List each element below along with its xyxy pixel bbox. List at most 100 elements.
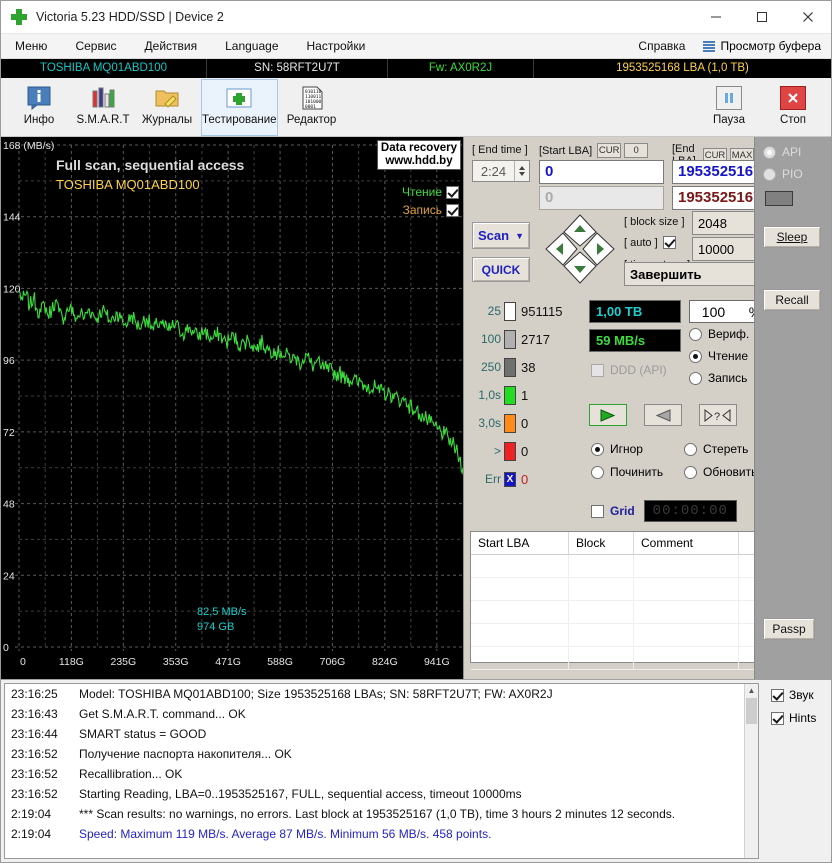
api-option[interactable]: API <box>763 145 801 159</box>
menu-item-service[interactable]: Сервис <box>61 34 130 58</box>
quick-button[interactable]: QUICK <box>472 257 530 282</box>
ddd-api-checkbox[interactable] <box>591 363 604 377</box>
defect-option-repair[interactable]: Починить <box>591 465 684 479</box>
table-row[interactable] <box>471 647 759 670</box>
write-radio[interactable] <box>689 371 702 385</box>
watermark-line-1: Data recovery <box>380 142 457 154</box>
legend-row-write[interactable]: Запись <box>402 203 459 217</box>
read-radio[interactable] <box>689 349 702 363</box>
minimize-button[interactable] <box>693 1 739 33</box>
api-label: API <box>782 145 802 159</box>
legend-row-read[interactable]: Чтение <box>402 185 459 199</box>
recall-button[interactable]: Recall <box>763 289 821 311</box>
scan-graph-panel[interactable]: 0 24 48 72 96 120 144 168 (MB/s) 0 118G 235G 353G 47… <box>1 137 464 679</box>
defect-option-refresh[interactable]: Обновить <box>684 465 757 479</box>
toolbar-button-testing[interactable]: Тестирование <box>201 78 278 136</box>
menu-bar: Меню Сервис Действия Language Настройки … <box>1 34 831 59</box>
mode-radio-group: Вериф. Чтение Запись <box>689 327 749 385</box>
menu-item-language[interactable]: Language <box>211 34 292 58</box>
menu-item-actions[interactable]: Действия <box>131 34 212 58</box>
pio-radio[interactable] <box>763 167 776 181</box>
defect-label-refresh: Обновить <box>703 465 758 479</box>
mode-option-write[interactable]: Запись <box>689 371 749 385</box>
api-radio[interactable] <box>763 145 776 159</box>
toolbar-button-pause[interactable]: Пауза <box>699 79 759 136</box>
toolbar-button-stop[interactable]: Стоп <box>763 79 823 136</box>
scroll-thumb[interactable] <box>746 698 757 724</box>
reverse-button[interactable] <box>644 404 682 426</box>
toolbar-label-pause: Пауза <box>713 113 745 126</box>
end-time-arrows[interactable] <box>514 161 529 181</box>
toolbar-button-smart[interactable]: S.M.A.R.T <box>73 79 133 136</box>
toolbar-button-info[interactable]: Инфо <box>9 79 69 136</box>
start-lba-secondary-input[interactable]: 0 <box>539 186 664 210</box>
sleep-button[interactable]: Sleep <box>763 226 821 248</box>
hints-checkbox[interactable] <box>771 711 784 725</box>
passp-button[interactable]: Passp <box>763 618 815 640</box>
log-list[interactable]: 23:16:25 Model: TOSHIBA MQ01ABD100; Size … <box>4 683 759 859</box>
start-lba-cur-button[interactable]: CUR <box>597 143 622 158</box>
toolbar-button-editor[interactable]: 010110 110011 101000 0001 Редактор <box>282 79 342 136</box>
start-lba-input[interactable]: 0 <box>539 160 664 184</box>
sleep-label: Sleep <box>776 230 808 244</box>
maximize-button[interactable] <box>739 1 785 33</box>
spinner-down-icon[interactable] <box>519 172 525 176</box>
defect-table[interactable]: Start LBA Block Comment <box>470 531 760 670</box>
log-line: 23:16:44 SMART status = GOOD <box>5 724 758 744</box>
legend-checkbox-write[interactable] <box>446 203 459 217</box>
finish-action-select[interactable]: Завершить ⌄ <box>624 262 772 286</box>
auto-checkbox[interactable] <box>662 236 676 249</box>
table-row[interactable] <box>471 555 759 578</box>
hints-option[interactable]: Hints <box>766 711 831 725</box>
scroll-up-icon[interactable]: ▲ <box>745 684 758 697</box>
end-time-spinner[interactable]: 2:24 <box>472 160 530 182</box>
buffer-view-button[interactable]: Просмотр буфера <box>699 39 831 53</box>
buffer-view-label: Просмотр буфера <box>720 39 821 53</box>
log-timestamp: 2:19:04 <box>11 827 52 841</box>
table-row[interactable] <box>471 578 759 601</box>
erase-radio[interactable] <box>684 442 697 456</box>
device-firmware: Fw: AX0R2J <box>388 59 534 78</box>
mode-option-verify[interactable]: Вериф. <box>689 327 749 341</box>
defect-label-erase: Стереть <box>703 442 749 456</box>
menu-item-help[interactable]: Справка <box>624 34 699 58</box>
verify-radio[interactable] <box>689 327 702 341</box>
watermark: Data recovery www.hdd.by <box>376 140 461 170</box>
log-message: SMART status = GOOD <box>79 727 207 741</box>
log-timestamp: 2:19:04 <box>11 807 52 821</box>
play-button[interactable] <box>589 404 627 426</box>
direction-pad[interactable] <box>544 212 616 286</box>
stat-label: 25 <box>487 304 501 318</box>
defect-row-2: Починить Обновить <box>591 465 776 479</box>
menu-item-menu[interactable]: Меню <box>1 34 61 58</box>
ddd-api-row[interactable]: DDD (API) <box>591 363 667 377</box>
ignore-radio[interactable] <box>591 442 604 456</box>
toolbar-button-logs[interactable]: Журналы <box>137 79 197 136</box>
log-scrollbar[interactable]: ▲ <box>744 684 758 858</box>
scan-button[interactable]: Scan ▼ <box>472 222 530 249</box>
table-row[interactable] <box>471 601 759 624</box>
repair-radio[interactable] <box>591 465 604 479</box>
random-button[interactable]: ? <box>699 404 737 426</box>
annotation-size: 974 GB <box>197 621 235 633</box>
sound-checkbox[interactable] <box>771 688 784 702</box>
start-lba-zero-button[interactable]: 0 <box>624 143 649 158</box>
log-message: Speed: Maximum 119 MB/s. Average 87 MB/s… <box>79 827 492 841</box>
legend-checkbox-read[interactable] <box>446 185 459 199</box>
log-line: 2:19:04 *** Scan results: no warnings, no… <box>5 804 758 824</box>
pio-option[interactable]: PIO <box>763 167 803 181</box>
log-timestamp: 23:16:52 <box>11 787 58 801</box>
spinner-up-icon[interactable] <box>519 166 525 170</box>
sound-option[interactable]: Звук <box>766 688 831 702</box>
table-row[interactable] <box>471 624 759 647</box>
defect-option-ignore[interactable]: Игнор <box>591 442 684 456</box>
stat-row: 3,0s 0 <box>469 409 584 437</box>
close-button[interactable] <box>785 1 831 33</box>
menu-item-settings[interactable]: Настройки <box>293 34 380 58</box>
mode-option-read[interactable]: Чтение <box>689 349 749 363</box>
refresh-radio[interactable] <box>684 465 697 479</box>
block-size-value: 2048 <box>698 215 727 231</box>
stat-label: 1,0s <box>478 388 501 402</box>
defect-option-erase[interactable]: Стереть <box>684 442 748 456</box>
grid-checkbox[interactable] <box>591 504 604 518</box>
